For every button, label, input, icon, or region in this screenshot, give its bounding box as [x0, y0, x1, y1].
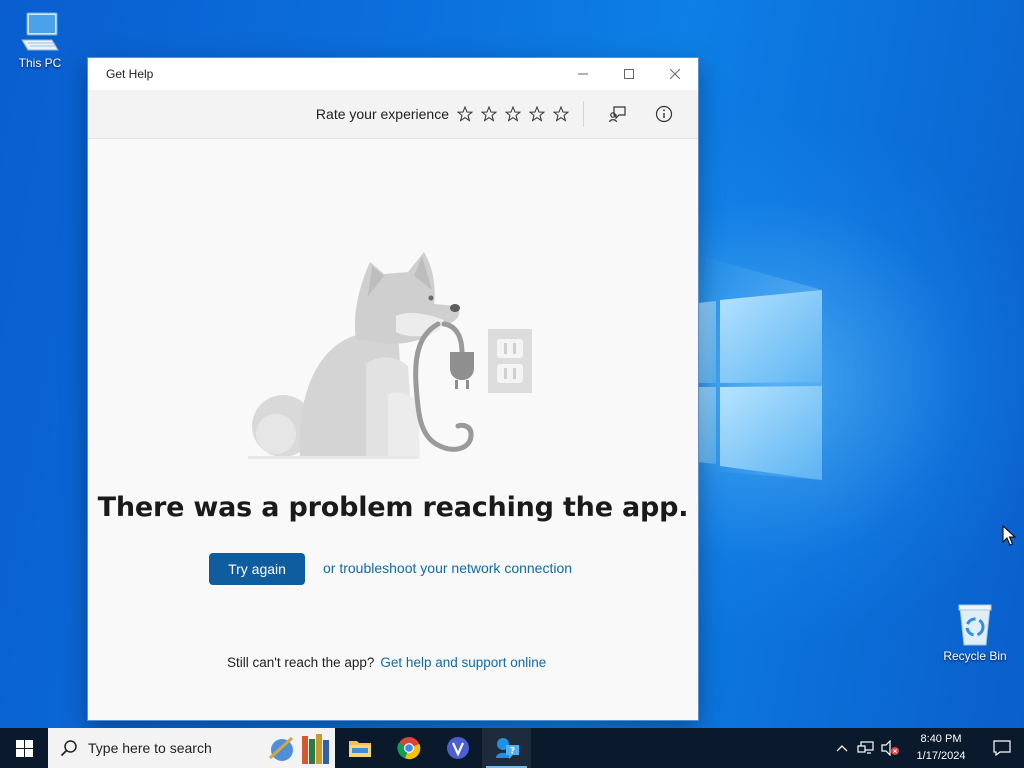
taskbar-file-explorer[interactable]: [335, 728, 384, 768]
error-message: There was a problem reaching the app.: [97, 492, 689, 523]
desktop-icon-label: This PC: [18, 56, 62, 70]
get-help-icon: ?: [495, 738, 519, 759]
search-placeholder: Type here to search: [88, 740, 212, 756]
star-icon: [457, 106, 473, 122]
try-again-button[interactable]: Try again: [209, 553, 305, 585]
show-hidden-icons-button[interactable]: [830, 728, 854, 768]
computer-icon: [21, 12, 59, 51]
search-highlight-icon: [268, 734, 329, 764]
clock-time: 8:40 PM: [920, 733, 962, 745]
title-bar[interactable]: Get Help: [88, 58, 698, 90]
folder-icon: [348, 741, 371, 757]
taskbar-chrome[interactable]: [384, 728, 433, 768]
rating-star-2[interactable]: [477, 102, 501, 126]
search-icon: [60, 739, 78, 757]
network-button[interactable]: [854, 728, 878, 768]
chrome-icon: [396, 737, 420, 760]
get-help-window: Get Help Rate your experience There was …: [88, 58, 698, 720]
mouse-pointer-icon: [1002, 525, 1016, 546]
taskbar-get-help[interactable]: ?: [482, 728, 531, 768]
desktop-icon-this-pc[interactable]: This PC: [0, 10, 80, 70]
windows-start-icon: [15, 739, 33, 757]
chevron-up-icon: [836, 745, 848, 752]
clock[interactable]: 8:40 PM 1/17/2024: [902, 731, 980, 765]
rating-star-1[interactable]: [453, 102, 477, 126]
troubleshoot-network-link[interactable]: or troubleshoot your network connection: [323, 560, 572, 576]
svg-text:?: ?: [509, 747, 514, 757]
still-cant-reach-text: Still can't reach the app?: [227, 655, 375, 670]
volume-button[interactable]: [878, 728, 902, 768]
minimize-icon: [578, 73, 588, 75]
network-icon: [857, 741, 874, 754]
close-icon: [670, 69, 680, 79]
rating-star-4[interactable]: [525, 102, 549, 126]
system-tray: 8:40 PM 1/17/2024: [830, 728, 1024, 768]
maximize-icon: [624, 69, 634, 79]
minimize-button[interactable]: [560, 58, 606, 90]
close-button[interactable]: [652, 58, 698, 90]
notifications-button[interactable]: [980, 728, 1024, 768]
rate-experience-label: Rate your experience: [315, 106, 449, 122]
taskbar-search-box[interactable]: Type here to search: [48, 728, 335, 768]
window-title: Get Help: [106, 67, 154, 81]
dog-unplugged-illustration: [248, 252, 532, 459]
volume-muted-icon: [881, 740, 899, 756]
start-button[interactable]: [0, 728, 48, 768]
recycle-bin-icon: [958, 604, 992, 646]
star-icon: [553, 106, 569, 122]
taskbar-v-app[interactable]: [433, 728, 482, 768]
star-icon: [481, 106, 497, 122]
info-button[interactable]: [648, 98, 680, 130]
clock-date: 1/17/2024: [916, 750, 966, 762]
error-content: There was a problem reaching the app. Tr…: [88, 139, 698, 720]
notification-icon: [993, 740, 1011, 756]
rating-star-3[interactable]: [501, 102, 525, 126]
star-icon: [529, 106, 545, 122]
info-icon: [655, 105, 673, 123]
desktop-icon-recycle-bin[interactable]: Recycle Bin: [935, 603, 1015, 663]
rating-star-5[interactable]: [549, 102, 573, 126]
feedback-button[interactable]: [602, 98, 634, 130]
toolbar-divider: [583, 101, 584, 127]
window-controls: [560, 58, 698, 90]
taskbar: Type here to search ? 8:40 PM 1/17/2024: [0, 728, 1024, 768]
toolbar: Rate your experience: [88, 90, 698, 139]
help-support-online-link[interactable]: Get help and support online: [380, 655, 546, 670]
feedback-icon: [609, 106, 626, 123]
star-icon: [505, 106, 521, 122]
desktop-icon-label: Recycle Bin: [943, 649, 1007, 663]
v-app-icon: [446, 737, 469, 759]
maximize-button[interactable]: [606, 58, 652, 90]
